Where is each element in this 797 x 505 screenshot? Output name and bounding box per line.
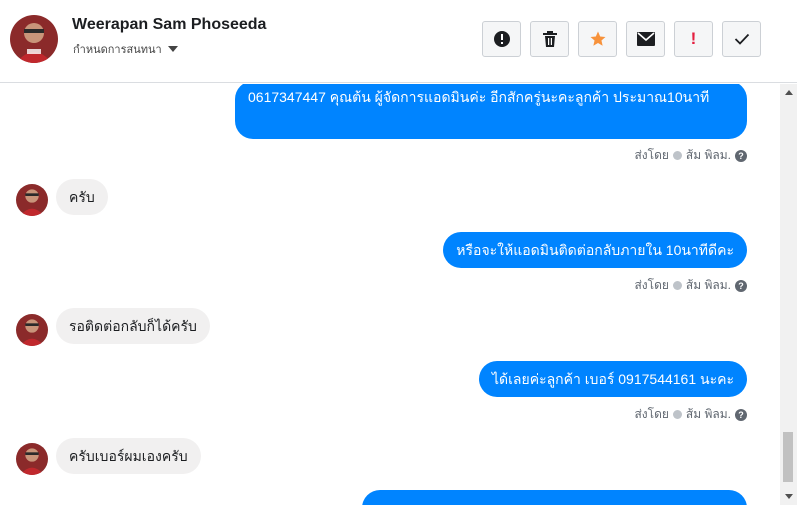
contact-name[interactable]: Weerapan Sam Phoseeda	[72, 16, 266, 34]
conversation-header: Weerapan Sam Phoseeda กำหนดการสนทนา !	[0, 0, 797, 83]
contact-avatar-small[interactable]	[16, 443, 48, 475]
contact-avatar[interactable]	[10, 15, 58, 63]
sent-by-label: ส่งโดย	[634, 278, 669, 292]
scrollbar-thumb[interactable]	[783, 432, 793, 482]
scroll-down-icon[interactable]	[785, 494, 793, 499]
conversation-schedule-dropdown[interactable]: กำหนดการสนทนา	[73, 40, 178, 58]
outgoing-message: ได้เลยค่ะลูกค้า เบอร์ 0917544161 นะคะ	[479, 361, 747, 397]
contact-avatar-small[interactable]	[16, 314, 48, 346]
sent-by-label: ส่งโดย	[634, 407, 669, 421]
spam-button[interactable]: !	[674, 21, 713, 57]
delete-button[interactable]	[530, 21, 569, 57]
outgoing-message: หรือจะให้แอดมินติดต่อกลับภายใน 10นาทีดีค…	[443, 232, 747, 268]
star-button[interactable]	[578, 21, 617, 57]
sender-name[interactable]: ส้ม พิลม.	[686, 405, 731, 424]
exclamation-icon: !	[690, 29, 697, 48]
outgoing-message: 0617347447 คุณต้น ผู้จัดการแอดมินค่ะ อีก…	[235, 84, 747, 139]
alert-button[interactable]	[482, 21, 521, 57]
message-thread[interactable]: 0617347447 คุณต้น ผู้จัดการแอดมินค่ะ อีก…	[0, 84, 797, 505]
caret-down-icon	[167, 46, 178, 52]
check-icon	[734, 33, 749, 45]
outgoing-message-partial	[362, 490, 747, 505]
sender-avatar-icon	[672, 410, 682, 419]
scroll-up-icon[interactable]	[785, 90, 793, 95]
sender-name[interactable]: ส้ม พิลม.	[686, 146, 731, 165]
help-icon[interactable]: ?	[735, 149, 747, 162]
help-icon[interactable]: ?	[735, 279, 747, 292]
star-icon	[590, 31, 605, 46]
schedule-label: กำหนดการสนทนา	[73, 43, 162, 56]
message-meta: ส่งโดย ส้ม พิลม. ?	[634, 276, 747, 295]
trash-icon	[542, 31, 557, 47]
alert-icon	[493, 31, 510, 47]
sender-name[interactable]: ส้ม พิลม.	[686, 276, 731, 295]
contact-avatar-small[interactable]	[16, 184, 48, 216]
incoming-message: รอติดต่อกลับก็ได้ครับ	[56, 308, 210, 344]
message-meta: ส่งโดย ส้ม พิลม. ?	[634, 146, 747, 165]
envelope-icon	[636, 32, 655, 46]
mark-done-button[interactable]	[722, 21, 761, 57]
incoming-message: ครับเบอร์ผมเองครับ	[56, 438, 201, 474]
message-meta: ส่งโดย ส้ม พิลม. ?	[634, 405, 747, 424]
email-button[interactable]	[626, 21, 665, 57]
sender-avatar-icon	[672, 151, 682, 160]
help-icon[interactable]: ?	[735, 408, 747, 421]
sender-avatar-icon	[672, 281, 682, 290]
incoming-message: ครับ	[56, 179, 108, 215]
sent-by-label: ส่งโดย	[634, 148, 669, 162]
